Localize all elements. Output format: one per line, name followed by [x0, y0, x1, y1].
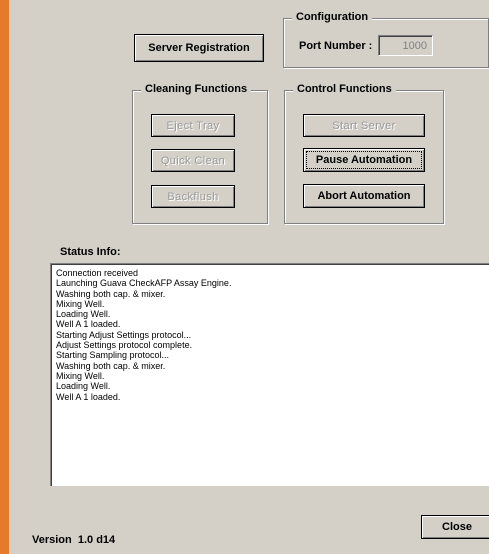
status-line: Mixing Well.: [56, 370, 105, 381]
status-line: Mixing Well.: [56, 298, 105, 309]
cleaning-functions-title: Cleaning Functions: [141, 83, 252, 95]
abort-automation-button[interactable]: Abort Automation: [303, 184, 425, 208]
pause-automation-button[interactable]: Pause Automation: [303, 148, 425, 172]
backflush-button[interactable]: Backflush: [151, 185, 235, 208]
status-line: Washing both cap. & mixer.: [56, 360, 166, 371]
quick-clean-button[interactable]: Quick Clean: [151, 149, 235, 172]
status-line: Washing both cap. & mixer.: [56, 288, 166, 299]
version-label: Version 1.0 d14: [32, 534, 116, 546]
status-line: Loading Well.: [56, 381, 111, 392]
status-info-label: Status Info:: [60, 246, 121, 258]
status-line: Starting Sampling protocol...: [56, 350, 170, 361]
port-number-label: Port Number :: [299, 40, 373, 52]
port-number-field[interactable]: [378, 35, 433, 56]
status-line: Well A 1 loaded.: [56, 391, 121, 402]
control-functions-title: Control Functions: [293, 83, 396, 95]
status-log[interactable]: Connection received Launching Guava Check…: [50, 263, 489, 486]
status-line: Launching Guava CheckAFP Assay Engine.: [56, 278, 232, 289]
start-server-button[interactable]: Start Server: [303, 114, 425, 137]
status-line: Adjust Settings protocol complete.: [56, 340, 193, 351]
eject-tray-button[interactable]: Eject Tray: [151, 114, 235, 137]
status-line: Loading Well.: [56, 309, 111, 320]
status-line: Well A 1 loaded.: [56, 319, 121, 330]
status-line: Starting Adjust Settings protocol...: [56, 329, 192, 340]
status-line: Connection received: [56, 268, 139, 278]
close-button[interactable]: Close: [421, 515, 489, 539]
configuration-title: Configuration: [292, 11, 373, 23]
automation-window: Configuration Port Number : Server Regis…: [9, 0, 489, 554]
server-registration-button[interactable]: Server Registration: [134, 34, 264, 62]
